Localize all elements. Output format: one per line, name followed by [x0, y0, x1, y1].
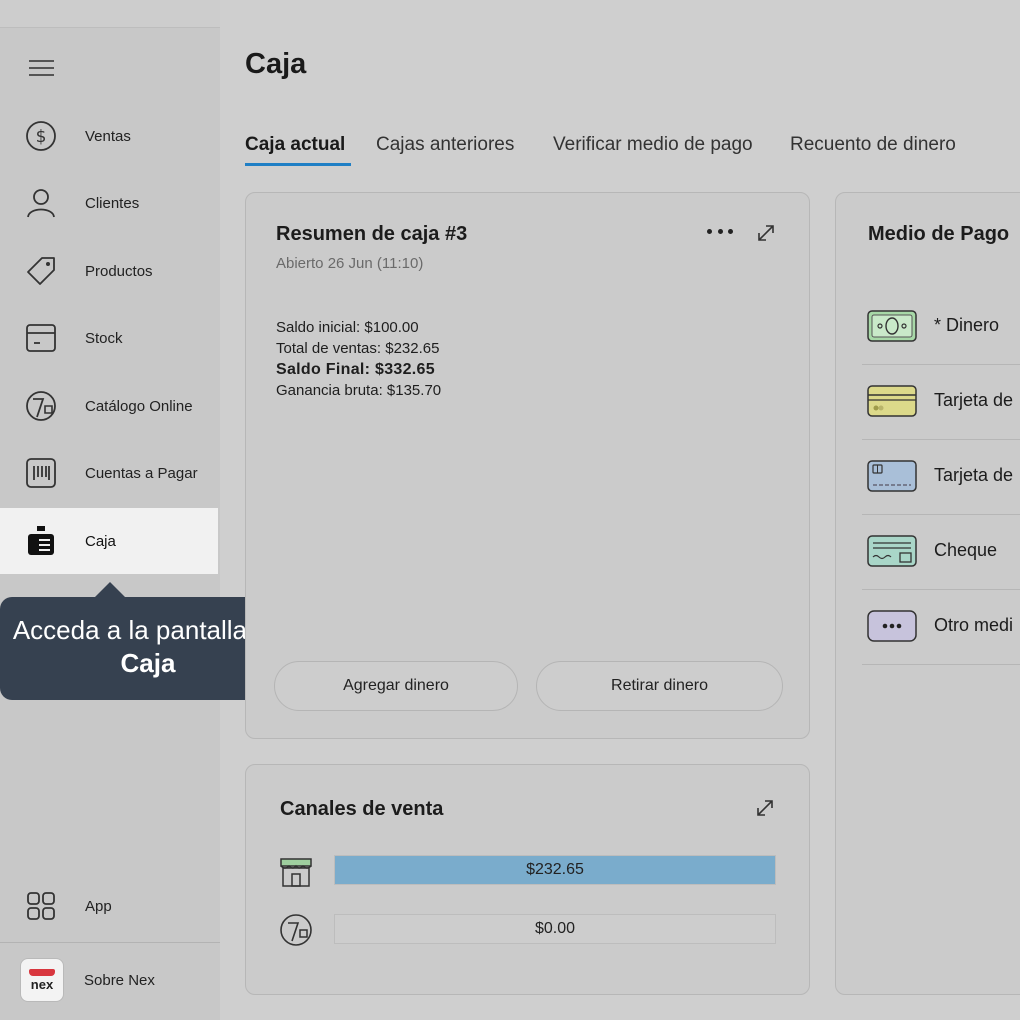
sidebar-item-label: Cuentas a Pagar: [85, 464, 198, 482]
catalog-icon: [280, 914, 312, 946]
sidebar-item-label: Clientes: [85, 194, 140, 212]
barcode-icon: [24, 456, 58, 490]
summary-subtitle: Abierto 26 Jun (11:10): [276, 255, 424, 272]
page-title: Caja: [245, 48, 307, 80]
summary-details: Saldo inicial: $100.00 Total de ventas: …: [276, 317, 441, 401]
tab-verificar-medio-de-pago[interactable]: Verificar medio de pago: [553, 134, 753, 156]
user-icon: [24, 186, 58, 220]
total-ventas: Total de ventas: $232.65: [276, 340, 440, 357]
sidebar-item-ventas[interactable]: $ Ventas: [0, 103, 218, 169]
payment-method-row[interactable]: Cheque: [862, 515, 1020, 590]
logo-text: nex: [30, 977, 54, 992]
sidebar-item-productos[interactable]: Productos: [0, 238, 218, 304]
sidebar: $ Ventas Clientes Productos Stock Catálo…: [0, 0, 220, 1020]
tag-icon: [24, 254, 58, 288]
channel-bar: $0.00: [334, 914, 776, 944]
payment-method-label: Tarjeta de: [934, 390, 1014, 410]
payment-method-label: Cheque: [934, 540, 998, 560]
apps-grid-icon: [24, 889, 58, 923]
tooltip-arrow: [94, 582, 126, 598]
dollar-circle-icon: $: [24, 119, 58, 153]
channel-value: $232.65: [526, 861, 584, 878]
more-options-icon[interactable]: [707, 229, 733, 237]
sidebar-item-label: App: [85, 897, 112, 915]
sales-channels-card: Canales de venta $232.65 $0.00: [245, 764, 810, 995]
summary-title: Resumen de caja #3: [276, 223, 468, 245]
sidebar-item-clientes[interactable]: Clientes: [0, 170, 218, 236]
payment-method-label: Otro medi: [934, 615, 1014, 635]
payments-title: Medio de Pago: [868, 223, 1010, 245]
sidebar-topbar: [0, 0, 220, 28]
svg-text:$: $: [36, 127, 47, 147]
tab-recuento-de-dinero[interactable]: Recuento de dinero: [790, 134, 956, 156]
sidebar-item-sobre-nex[interactable]: Sobre Nex: [84, 972, 155, 989]
expand-icon[interactable]: [754, 797, 776, 819]
sidebar-divider: [0, 942, 220, 943]
payment-methods-card: Medio de Pago * Dinero Tarjeta de Tarjet…: [835, 192, 1020, 995]
channel-row-catalog: $0.00: [278, 912, 778, 946]
expand-icon[interactable]: [755, 222, 777, 244]
summary-card: Resumen de caja #3 Abierto 26 Jun (11:10…: [245, 192, 810, 739]
tab-cajas-anteriores[interactable]: Cajas anteriores: [376, 134, 514, 156]
ganancia-bruta: Ganancia bruta: $135.70: [276, 382, 442, 399]
box-icon: [24, 321, 58, 355]
channel-bar: $232.65: [334, 855, 776, 885]
add-money-button[interactable]: Agregar dinero: [274, 661, 518, 711]
sidebar-item-stock[interactable]: Stock: [0, 305, 218, 371]
menu-icon[interactable]: [29, 60, 54, 76]
cash-icon: [867, 310, 917, 342]
debit-card-icon: [867, 460, 917, 492]
credit-card-icon: [867, 385, 917, 417]
sidebar-item-label: Catálogo Online: [85, 397, 193, 415]
sidebar-item-catalogo[interactable]: Catálogo Online: [0, 373, 218, 439]
payment-method-row[interactable]: * Dinero: [862, 290, 1020, 365]
payment-method-label: Tarjeta de: [934, 465, 1014, 485]
payment-method-row[interactable]: Otro medi: [862, 590, 1020, 665]
sidebar-item-label: Caja: [85, 532, 116, 550]
logo-awning: [29, 969, 55, 976]
sidebar-item-label: Productos: [85, 262, 153, 280]
saldo-final: Saldo Final: $332.65: [276, 361, 435, 378]
nex-logo[interactable]: nex: [20, 958, 64, 1002]
payment-method-label: * Dinero: [934, 315, 1000, 335]
sidebar-item-caja[interactable]: Caja: [0, 508, 218, 574]
cash-register-icon: [24, 524, 58, 558]
active-tab-indicator: [245, 163, 351, 166]
withdraw-money-button[interactable]: Retirar dinero: [536, 661, 783, 711]
sidebar-item-app[interactable]: App: [0, 873, 218, 939]
store-icon: [280, 858, 312, 887]
payment-method-row[interactable]: Tarjeta de: [862, 365, 1020, 440]
sidebar-item-label: Ventas: [85, 127, 131, 145]
sidebar-item-cuentas[interactable]: Cuentas a Pagar: [0, 440, 218, 506]
payment-method-row[interactable]: Tarjeta de: [862, 440, 1020, 515]
channels-title: Canales de venta: [280, 798, 444, 820]
tooltip-text: Acceda a la pantalla de: [12, 615, 284, 645]
saldo-inicial: Saldo inicial: $100.00: [276, 319, 419, 336]
catalog-icon: [24, 389, 58, 423]
tooltip-text-bold: Caja: [120, 648, 176, 678]
channel-value: $0.00: [534, 920, 576, 937]
sidebar-item-label: Stock: [85, 329, 123, 347]
tab-caja-actual[interactable]: Caja actual: [245, 134, 345, 156]
channel-row-store: $232.65: [278, 853, 778, 887]
cheque-icon: [867, 535, 917, 567]
more-icon: [867, 610, 917, 642]
